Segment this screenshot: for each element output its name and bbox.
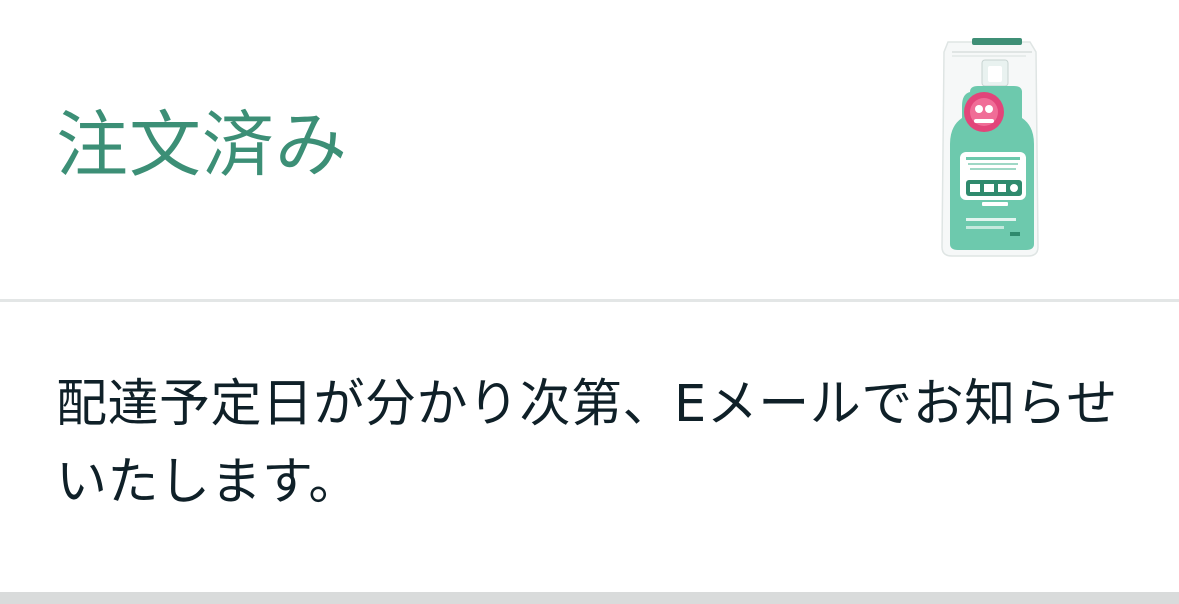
product-thumbnail[interactable] — [930, 22, 1045, 262]
bottom-separator-bar — [0, 592, 1179, 604]
product-bottle-icon — [941, 38, 1039, 257]
delivery-message: 配達予定日が分かり次第、Eメールでお知らせいたします。 — [56, 375, 1118, 512]
order-status-section: 注文済み — [0, 0, 1179, 300]
section-divider — [0, 299, 1179, 302]
order-status-title: 注文済み — [56, 103, 349, 187]
